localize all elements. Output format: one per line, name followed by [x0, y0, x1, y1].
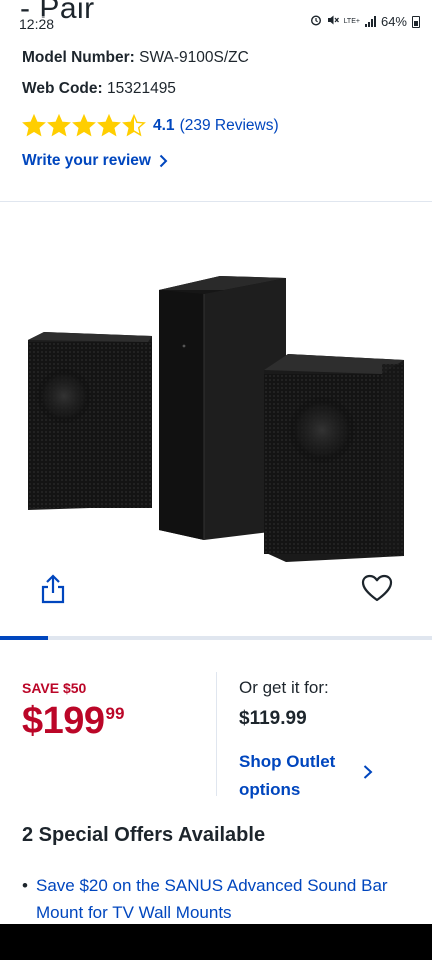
star-icon — [122, 114, 146, 137]
star-icon — [22, 114, 46, 137]
rating-count[interactable]: (239 Reviews) — [180, 117, 279, 135]
price-dollars: $199 — [22, 700, 105, 742]
signal-icon — [364, 16, 376, 27]
star-icon — [47, 114, 71, 137]
status-icons: LTE+ 64% — [310, 14, 420, 29]
product-image[interactable] — [24, 270, 408, 570]
share-icon[interactable] — [40, 574, 66, 604]
web-code-value: 15321495 — [106, 80, 176, 97]
image-carousel-progress — [0, 636, 432, 640]
rating[interactable]: 4.1 (239 Reviews) — [22, 114, 279, 137]
web-code-label: Web Code: — [22, 80, 103, 97]
alarm-icon — [310, 14, 322, 29]
price-cents: 99 — [105, 704, 125, 723]
section-divider — [0, 201, 432, 202]
star-icon — [97, 114, 121, 137]
rating-stars — [22, 114, 146, 137]
web-code: Web Code: 15321495 — [22, 80, 176, 98]
bullet: • — [22, 876, 28, 895]
shop-outlet-link[interactable]: Shop Outlet options — [239, 748, 379, 804]
model-number-label: Model Number: — [22, 49, 135, 66]
status-bar: - Pair 12:28 LTE+ 64% — [0, 0, 432, 40]
status-clock: 12:28 — [19, 16, 55, 32]
price-divider — [216, 672, 217, 796]
battery-icon — [412, 15, 420, 28]
network-type: LTE+ — [343, 18, 360, 25]
offer-item[interactable]: • Save $20 on the SANUS Advanced Sound B… — [22, 876, 422, 926]
system-nav-bar — [0, 924, 432, 960]
chevron-right-icon[interactable] — [362, 764, 374, 780]
carousel-progress-thumb — [0, 636, 48, 640]
alt-price: $119.99 — [239, 708, 307, 729]
price: $19999 — [22, 700, 124, 743]
save-badge: SAVE $50 — [22, 680, 87, 696]
mute-icon — [327, 14, 339, 29]
rating-score: 4.1 — [153, 116, 175, 134]
offer-link[interactable]: Save $20 on the SANUS Advanced Sound Bar… — [36, 872, 422, 926]
alt-price-label: Or get it for: — [239, 678, 329, 697]
chevron-right-icon — [159, 154, 168, 168]
left-speaker — [28, 332, 152, 510]
model-number-value: SWA-9100S/ZC — [139, 49, 249, 66]
battery-percent: 64% — [380, 14, 407, 29]
write-review-link[interactable]: Write your review — [22, 152, 168, 170]
model-number: Model Number: SWA-9100S/ZC — [22, 49, 249, 67]
star-icon — [72, 114, 96, 137]
write-review-label: Write your review — [22, 152, 151, 169]
heart-icon[interactable] — [361, 574, 393, 602]
offers-title: 2 Special Offers Available — [22, 824, 266, 846]
right-speaker — [264, 354, 404, 562]
